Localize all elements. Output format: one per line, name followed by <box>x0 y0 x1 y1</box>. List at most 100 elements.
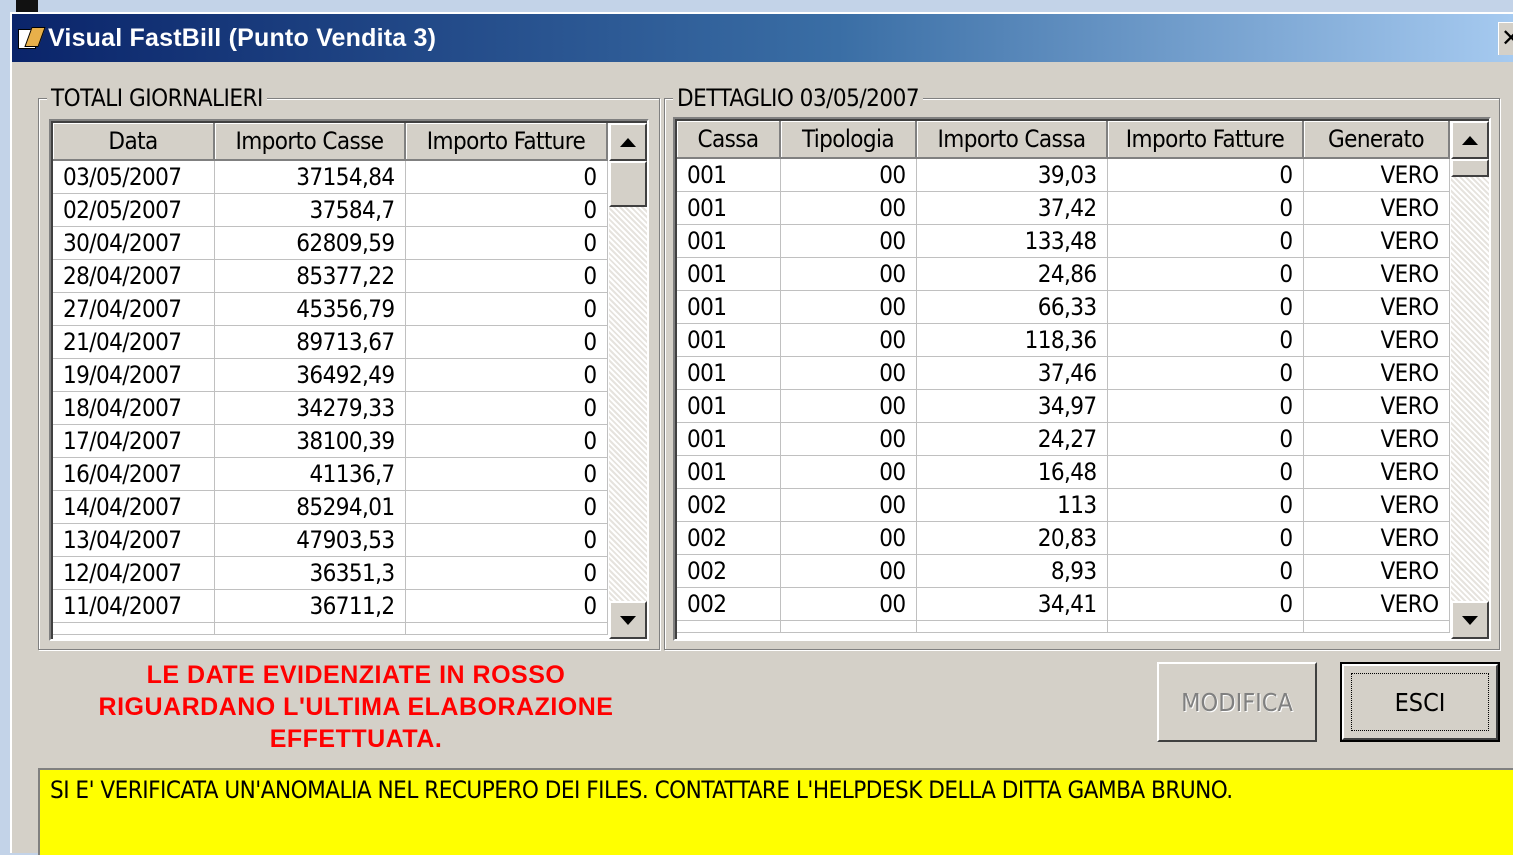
modifica-button-label: MODIFICA <box>1181 687 1293 717</box>
table-row[interactable]: 001 00 34,97 0 VERO <box>677 389 1450 423</box>
table-cell: 27/04/2007 <box>53 292 215 326</box>
table-row[interactable]: 002 00 8,93 0 VERO <box>677 554 1450 588</box>
column-header[interactable]: Importo Fatture <box>1107 121 1304 159</box>
table-cell: 002 <box>677 488 781 522</box>
table-row-partial <box>677 620 1450 633</box>
table-cell: 34,97 <box>916 389 1108 423</box>
table-row[interactable]: 001 00 24,86 0 VERO <box>677 257 1450 291</box>
table-row[interactable]: 001 00 118,36 0 VERO <box>677 323 1450 357</box>
table-row[interactable]: 001 00 37,42 0 VERO <box>677 191 1450 225</box>
table-cell: 41136,7 <box>214 457 406 491</box>
table-row[interactable]: 002 00 34,41 0 VERO <box>677 587 1450 621</box>
table-row[interactable]: 001 00 133,48 0 VERO <box>677 224 1450 258</box>
column-header[interactable]: Data <box>53 123 215 161</box>
column-header[interactable]: Tipologia <box>780 121 917 159</box>
table-cell: 0 <box>1107 290 1304 324</box>
table-row[interactable]: 001 00 39,03 0 VERO <box>677 158 1450 192</box>
table-row[interactable]: 16/04/2007 41136,7 0 <box>53 457 608 491</box>
table-row[interactable]: 12/04/2007 36351,3 0 <box>53 556 608 590</box>
table-cell: 00 <box>780 191 917 225</box>
table-cell: 001 <box>677 191 781 225</box>
table-cell: 001 <box>677 257 781 291</box>
table-cell: 02/05/2007 <box>53 193 215 227</box>
column-header[interactable]: Importo Fatture <box>405 123 608 161</box>
column-header[interactable]: Generato <box>1303 121 1450 159</box>
table-row[interactable]: 002 00 20,83 0 VERO <box>677 521 1450 555</box>
table-cell: 0 <box>405 325 608 359</box>
table-cell: 001 <box>677 356 781 390</box>
table-cell: 002 <box>677 521 781 555</box>
daily-totals-scrollbar[interactable] <box>609 123 647 639</box>
table-row[interactable]: 28/04/2007 85377,22 0 <box>53 259 608 293</box>
table-cell: 00 <box>780 521 917 555</box>
table-cell: 001 <box>677 158 781 192</box>
table-row[interactable]: 001 00 16,48 0 VERO <box>677 455 1450 489</box>
scroll-up-icon[interactable] <box>1451 121 1489 159</box>
scroll-thumb[interactable] <box>609 161 647 207</box>
table-cell: 12/04/2007 <box>53 556 215 590</box>
daily-totals-table: Data Importo Casse Importo Fatture 03/05/2… <box>53 123 608 635</box>
table-row[interactable]: 21/04/2007 89713,67 0 <box>53 325 608 359</box>
detail-grid[interactable]: Cassa Tipologia Importo Cassa Importo Fattu… <box>673 117 1491 641</box>
table-cell: 00 <box>780 422 917 456</box>
modifica-button[interactable]: MODIFICA <box>1157 662 1317 742</box>
close-icon[interactable]: ✕ <box>1498 22 1513 55</box>
table-cell: VERO <box>1303 356 1450 390</box>
table-cell: 66,33 <box>916 290 1108 324</box>
detail-scrollbar[interactable] <box>1451 121 1489 639</box>
table-row[interactable]: 03/05/2007 37154,84 0 <box>53 160 608 194</box>
table-cell: 0 <box>405 358 608 392</box>
table-row[interactable]: 001 00 66,33 0 VERO <box>677 290 1450 324</box>
table-cell: 0 <box>405 259 608 293</box>
table-cell: VERO <box>1303 158 1450 192</box>
detail-group: DETTAGLIO 03/05/2007 Cassa Tipologia Impor… <box>664 84 1500 650</box>
table-cell: 00 <box>780 356 917 390</box>
table-cell: 113 <box>916 488 1108 522</box>
table-row[interactable]: 001 00 37,46 0 VERO <box>677 356 1450 390</box>
table-cell: 0 <box>405 424 608 458</box>
column-header[interactable]: Importo Casse <box>214 123 406 161</box>
title-bar[interactable]: Visual FastBill (Punto Vendita 3) ✕ <box>12 14 1513 62</box>
table-cell: 0 <box>405 193 608 227</box>
table-row[interactable]: 18/04/2007 34279,33 0 <box>53 391 608 425</box>
table-cell: 0 <box>405 226 608 260</box>
scroll-down-icon[interactable] <box>1451 601 1489 639</box>
table-row[interactable]: 30/04/2007 62809,59 0 <box>53 226 608 260</box>
detail-label: DETTAGLIO 03/05/2007 <box>673 84 924 112</box>
table-cell: 00 <box>780 158 917 192</box>
table-row[interactable]: 17/04/2007 38100,39 0 <box>53 424 608 458</box>
table-cell: 0 <box>1107 554 1304 588</box>
table-cell: VERO <box>1303 257 1450 291</box>
table-cell: 002 <box>677 587 781 621</box>
table-cell: 14/04/2007 <box>53 490 215 524</box>
daily-totals-grid[interactable]: Data Importo Casse Importo Fatture 03/05/2… <box>49 119 649 641</box>
column-header[interactable]: Importo Cassa <box>916 121 1108 159</box>
scroll-thumb[interactable] <box>1451 159 1489 177</box>
table-row[interactable]: 14/04/2007 85294,01 0 <box>53 490 608 524</box>
table-cell: 0 <box>405 391 608 425</box>
esci-button[interactable]: ESCI <box>1340 662 1500 742</box>
table-cell: 11/04/2007 <box>53 589 215 623</box>
table-cell: VERO <box>1303 422 1450 456</box>
table-cell: 39,03 <box>916 158 1108 192</box>
table-row[interactable]: 002 00 113 0 VERO <box>677 488 1450 522</box>
table-row[interactable]: 02/05/2007 37584,7 0 <box>53 193 608 227</box>
table-row[interactable]: 19/04/2007 36492,49 0 <box>53 358 608 392</box>
table-cell: 0 <box>405 292 608 326</box>
column-header[interactable]: Cassa <box>677 121 781 159</box>
scroll-down-icon[interactable] <box>609 601 647 639</box>
table-cell: 36351,3 <box>214 556 406 590</box>
table-row[interactable]: 11/04/2007 36711,2 0 <box>53 589 608 623</box>
table-row[interactable]: 27/04/2007 45356,79 0 <box>53 292 608 326</box>
table-cell: 118,36 <box>916 323 1108 357</box>
table-cell: 0 <box>1107 455 1304 489</box>
scroll-up-icon[interactable] <box>609 123 647 161</box>
table-cell: 16/04/2007 <box>53 457 215 491</box>
table-cell: 24,86 <box>916 257 1108 291</box>
table-cell: 001 <box>677 389 781 423</box>
table-cell: 001 <box>677 224 781 258</box>
table-row[interactable]: 13/04/2007 47903,53 0 <box>53 523 608 557</box>
table-cell: 001 <box>677 455 781 489</box>
table-cell: VERO <box>1303 488 1450 522</box>
table-row[interactable]: 001 00 24,27 0 VERO <box>677 422 1450 456</box>
